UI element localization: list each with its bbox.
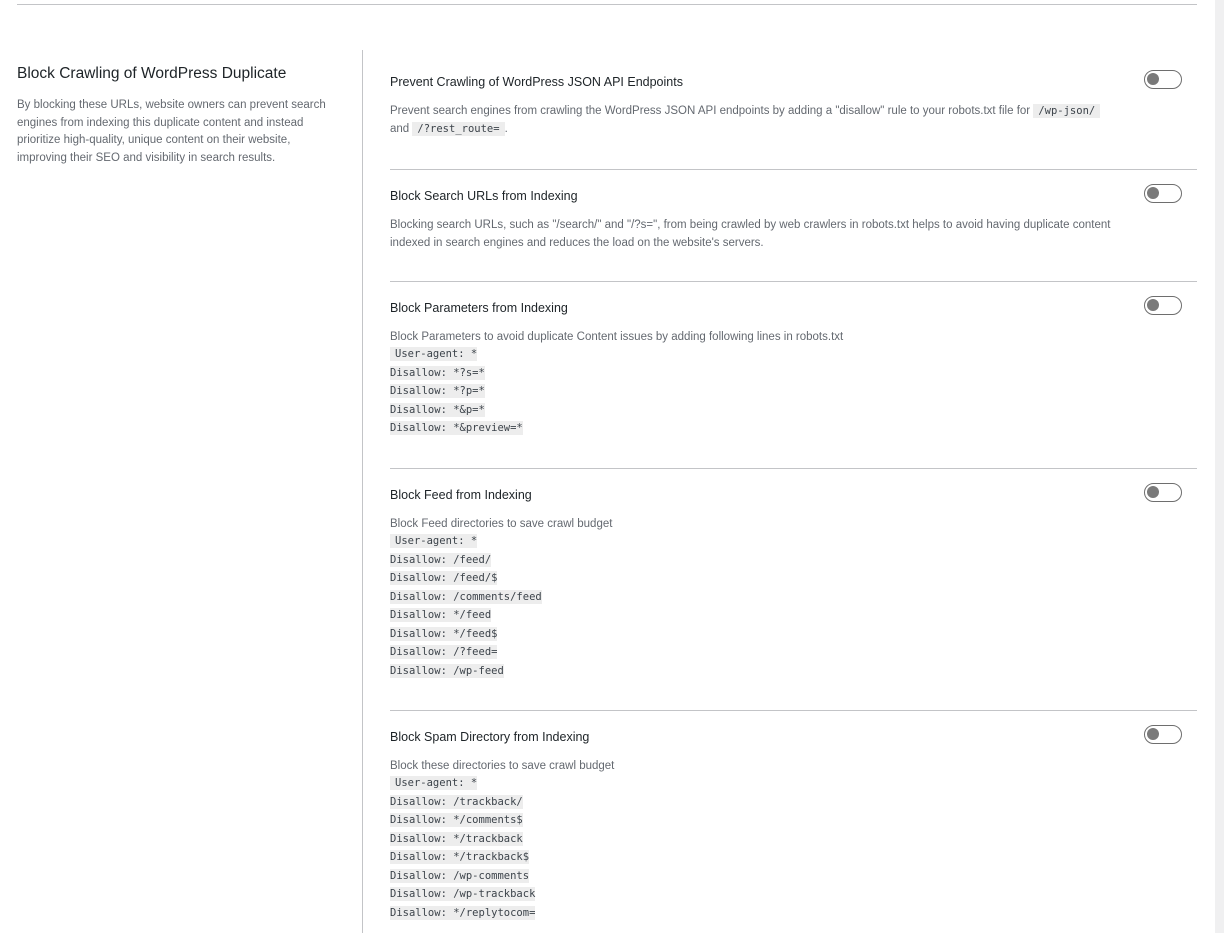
setting-title: Block Parameters from Indexing	[390, 301, 568, 315]
code-line: Disallow: */feed$	[390, 626, 498, 641]
setting-title: Block Spam Directory from Indexing	[390, 730, 590, 744]
code-line: Disallow: /wp-feed	[390, 663, 504, 678]
setting-description: Blocking search URLs, such as "/search/"…	[390, 219, 1111, 249]
top-divider	[17, 4, 1197, 5]
description-text: Prevent search engines from crawling the…	[390, 105, 1031, 117]
code-line: Disallow: *&preview=*	[390, 421, 523, 435]
setting-description: Block Feed directories to save crawl bud…	[390, 518, 613, 530]
toggle-spam-directory[interactable]	[1144, 725, 1182, 744]
robots-code-block: User-agent: * Disallow: *?s=* Disallow: …	[390, 345, 523, 438]
setting-description: Prevent search engines from crawling the…	[390, 102, 1130, 138]
code-line: Disallow: */feed	[390, 608, 492, 622]
section-description: By blocking these URLs, website owners c…	[17, 99, 326, 164]
code-line: Disallow: /wp-comments	[390, 868, 530, 883]
code-line: Disallow: /?feed=	[390, 645, 498, 659]
code-line: Disallow: *?s=*	[390, 365, 485, 380]
robots-code-block: User-agent: * Disallow: /trackback/ Disa…	[390, 774, 536, 922]
code-line: Disallow: */replytocom=	[390, 905, 536, 920]
setting-separator	[390, 710, 1197, 711]
code-line: Disallow: /trackback/	[390, 794, 523, 809]
column-divider	[362, 50, 363, 933]
toggle-parameters[interactable]	[1144, 296, 1182, 315]
code-line: User-agent: *	[390, 345, 523, 364]
setting-title: Block Feed from Indexing	[390, 488, 532, 502]
toggle-knob	[1147, 728, 1159, 740]
section-heading: Block Crawling of WordPress Duplicate	[17, 65, 287, 82]
code-line: Disallow: *?p=*	[390, 384, 485, 398]
toggle-feed[interactable]	[1144, 483, 1182, 502]
code-line: Disallow: */comments$	[390, 813, 523, 827]
code-line: Disallow: *&p=*	[390, 402, 485, 417]
code-line: Disallow: /feed/	[390, 552, 492, 567]
scrollbar-track[interactable]	[1215, 0, 1224, 933]
code-line: User-agent: *	[390, 532, 542, 551]
setting-separator	[390, 281, 1197, 282]
code-line: Disallow: /feed/$	[390, 571, 498, 585]
robots-code-block: User-agent: * Disallow: /feed/ Disallow:…	[390, 532, 542, 680]
code-line: Disallow: /comments/feed	[390, 589, 542, 604]
code-line: Disallow: */trackback$	[390, 850, 530, 864]
description-and: and	[390, 123, 410, 135]
toggle-knob	[1147, 299, 1159, 311]
toggle-json-api[interactable]	[1144, 70, 1182, 89]
setting-separator	[390, 169, 1197, 170]
toggle-knob	[1147, 187, 1159, 199]
setting-description: Block these directories to save crawl bu…	[390, 760, 615, 772]
description-period: .	[504, 123, 508, 135]
code-line: Disallow: */trackback	[390, 831, 523, 846]
code-rest-route: /?rest_route=	[412, 122, 505, 136]
toggle-search-urls[interactable]	[1144, 184, 1182, 203]
setting-separator	[390, 468, 1197, 469]
setting-description: Block Parameters to avoid duplicate Cont…	[390, 331, 844, 343]
code-line: User-agent: *	[390, 774, 535, 793]
code-line: Disallow: /wp-trackback	[390, 887, 536, 901]
setting-title: Block Search URLs from Indexing	[390, 189, 578, 203]
toggle-knob	[1147, 73, 1159, 85]
setting-title: Prevent Crawling of WordPress JSON API E…	[390, 75, 683, 89]
section-sidebar: Block Crawling of WordPress Duplicate By…	[17, 64, 329, 167]
code-wp-json: /wp-json/	[1033, 104, 1101, 118]
toggle-knob	[1147, 486, 1159, 498]
